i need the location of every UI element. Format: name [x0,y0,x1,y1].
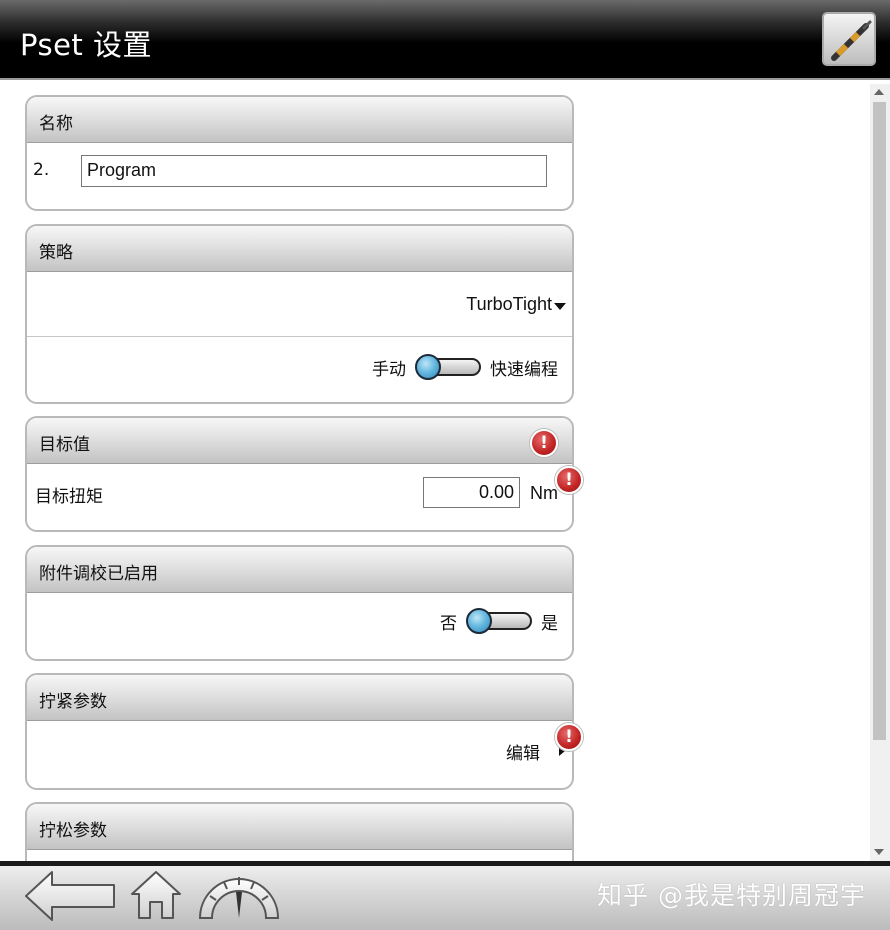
title-bar: Pset 设置 [0,0,890,78]
screwdriver-tool-icon [831,20,872,61]
toggle-label-quick-program: 快速编程 [490,359,558,380]
panel-header: 名称 [27,97,572,143]
back-arrow-icon[interactable] [22,866,118,926]
pset-number: 2. [33,160,50,180]
quick-program-toggle[interactable] [415,354,481,380]
target-panel: 目标值 ! 目标扭矩 0.00 Nm ! [25,416,583,532]
panel-header: 拧紧参数 [27,675,572,721]
toggle-knob[interactable] [415,354,441,380]
mode-toggle-group: 手动 快速编程 [372,351,558,383]
home-icon[interactable] [128,866,184,926]
watermark-text: 知乎 @我是特别周冠宇 [597,881,866,910]
tightening-panel-title: 拧紧参数 [39,692,107,712]
accessory-toggle-group: 否 是 [440,605,558,637]
target-torque-input[interactable]: 0.00 [423,477,520,508]
strategy-mode-row: 手动 快速编程 [27,336,572,400]
warning-icon[interactable]: ! [555,466,583,494]
toggle-knob[interactable] [466,608,492,634]
scroll-down-icon[interactable] [874,849,884,855]
warning-icon[interactable]: ! [555,723,583,751]
name-panel-title: 名称 [39,114,73,134]
panel-header: 策略 [27,226,572,272]
target-panel-title: 目标值 [39,435,90,455]
accessory-calibration-toggle[interactable] [466,608,532,634]
target-torque-row: 目标扭矩 0.00 Nm ! [27,464,583,530]
name-row: 2. Program [27,143,572,209]
gauge-icon[interactable] [196,866,282,926]
strategy-selected-value: TurboTight [466,294,552,314]
accessory-toggle-row: 否 是 [27,593,572,659]
target-torque-label: 目标扭矩 [35,487,103,507]
loosening-panel-title: 拧松参数 [39,821,107,841]
pset-name-input[interactable]: Program [81,155,547,187]
tightening-params-panel: 拧紧参数 编辑 ! [25,673,583,790]
page-title: Pset 设置 [20,28,153,62]
toggle-label-yes: 是 [541,613,558,634]
chevron-down-icon [554,303,566,310]
tightening-edit-row[interactable]: 编辑 ! [27,721,583,788]
accessory-calibration-panel: 附件调校已启用 否 是 [25,545,574,661]
header-divider-light [0,80,890,83]
settings-scroll-area[interactable]: 名称 2. Program 策略 TurboTight 手动 快速编程 目标值 … [0,84,868,861]
strategy-dropdown[interactable]: TurboTight [27,272,572,336]
tool-button[interactable] [822,12,876,66]
panel-header: 附件调校已启用 [27,547,572,593]
panel-header: 目标值 ! [27,418,572,464]
edit-link[interactable]: 编辑 [506,739,540,764]
scrollbar-thumb[interactable] [873,102,886,740]
panel-header: 拧松参数 [27,804,572,850]
strategy-panel-title: 策略 [39,243,73,263]
warning-icon[interactable]: ! [530,429,558,457]
toggle-label-manual: 手动 [372,359,406,380]
loosening-params-panel: 拧松参数 [25,802,574,861]
vertical-scrollbar[interactable] [870,84,890,861]
strategy-panel: 策略 TurboTight 手动 快速编程 [25,224,574,404]
torque-unit: Nm [530,483,558,503]
name-panel: 名称 2. Program [25,95,574,211]
toggle-label-no: 否 [440,613,457,634]
accessory-panel-title: 附件调校已启用 [39,564,158,584]
scroll-up-icon[interactable] [874,89,884,95]
